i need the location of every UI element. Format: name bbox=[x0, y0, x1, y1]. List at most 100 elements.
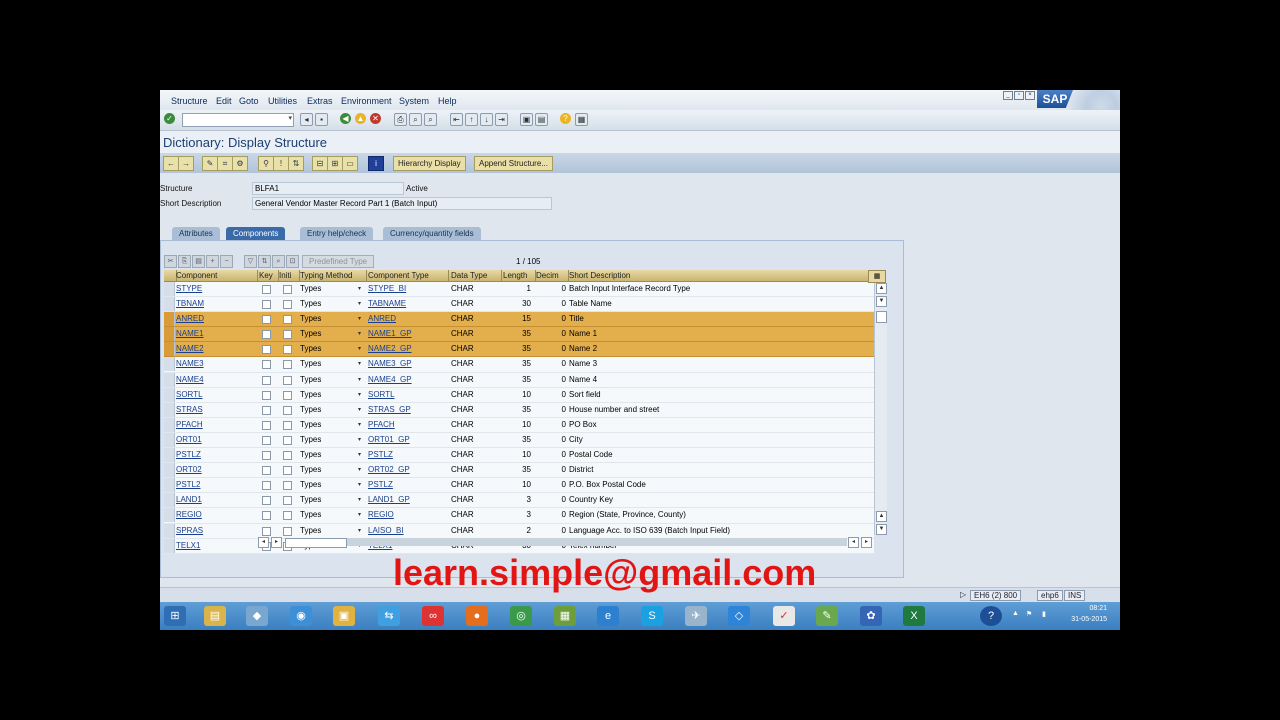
table-row[interactable]: PFACH Types ▾ PFACH CHAR 10 0 PO Box bbox=[164, 417, 874, 433]
dropdown-icon[interactable]: ▾ bbox=[358, 493, 366, 507]
status-system[interactable]: EH6 (2) 800 bbox=[970, 590, 1022, 601]
dropdown-icon[interactable]: ▾ bbox=[358, 388, 366, 402]
menu-extras[interactable]: Extras bbox=[307, 96, 333, 106]
row-selector[interactable] bbox=[164, 342, 175, 357]
table-row[interactable]: NAME1 Types ▾ NAME1_GP CHAR 35 0 Name 1 bbox=[164, 327, 874, 343]
cell-component-type[interactable]: ORT02_GP bbox=[368, 463, 446, 477]
row-selector[interactable] bbox=[164, 282, 175, 296]
row-selector[interactable] bbox=[164, 538, 175, 553]
cell-component-type[interactable]: PFACH bbox=[368, 418, 446, 432]
scroll-page-up-icon[interactable]: ▲ bbox=[876, 511, 887, 522]
cell-key[interactable] bbox=[262, 493, 272, 507]
key-checkbox[interactable] bbox=[262, 315, 271, 325]
cell-typing-method[interactable]: Types bbox=[300, 508, 360, 522]
row-selector[interactable] bbox=[164, 493, 175, 508]
key-checkbox[interactable] bbox=[262, 375, 271, 385]
app-icon[interactable]: ◆ bbox=[246, 606, 268, 626]
cell-component-type[interactable]: LAND1_GP bbox=[368, 493, 446, 507]
cell-typing-method[interactable]: Types bbox=[300, 388, 360, 402]
cell-component[interactable]: STRAS bbox=[176, 403, 256, 417]
cell-typing-method[interactable]: Types bbox=[300, 312, 360, 326]
dropdown-icon[interactable]: ▾ bbox=[358, 342, 366, 356]
menu-help[interactable]: Help bbox=[438, 96, 457, 106]
cancel-icon[interactable]: ✕ bbox=[370, 113, 381, 124]
cell-component-type[interactable]: SORTL bbox=[368, 388, 446, 402]
header-initial[interactable]: Initi bbox=[277, 270, 300, 281]
shortcut-icon[interactable]: ▤ bbox=[535, 113, 548, 126]
table-row[interactable]: ANRED Types ▾ ANRED CHAR 15 0 Title bbox=[164, 312, 874, 328]
enter-check-icon[interactable]: ✓ bbox=[164, 113, 175, 124]
dropdown-icon[interactable]: ▾ bbox=[288, 114, 292, 122]
technical-settings-icon[interactable]: ▭ bbox=[342, 156, 358, 171]
previous-page-icon[interactable]: ↑ bbox=[465, 113, 478, 126]
cell-key[interactable] bbox=[262, 312, 272, 326]
restore-icon[interactable]: ▫ bbox=[1014, 91, 1024, 100]
cell-component-type[interactable]: PSTLZ bbox=[368, 478, 446, 492]
initial-checkbox[interactable] bbox=[283, 360, 292, 370]
save-icon[interactable]: ▪ bbox=[315, 113, 328, 126]
scroll-right-icon[interactable]: ▸ bbox=[861, 537, 872, 548]
row-selector[interactable] bbox=[164, 402, 175, 417]
row-selector[interactable] bbox=[164, 387, 175, 402]
menu-goto[interactable]: Goto bbox=[239, 96, 259, 106]
cell-component-type[interactable]: TABNAME bbox=[368, 297, 446, 311]
table-row[interactable]: ORT01 Types ▾ ORT01_GP CHAR 35 0 City bbox=[164, 432, 874, 449]
cell-component[interactable]: SORTL bbox=[176, 388, 256, 402]
outlook-icon[interactable]: ◉ bbox=[290, 606, 312, 626]
cell-initial[interactable] bbox=[283, 493, 293, 507]
initial-checkbox[interactable] bbox=[283, 511, 292, 521]
forward-arrow-icon[interactable]: → bbox=[178, 156, 194, 171]
key-checkbox[interactable] bbox=[262, 300, 271, 310]
key-checkbox[interactable] bbox=[262, 481, 271, 491]
table-row[interactable]: NAME4 Types ▾ NAME4_GP CHAR 35 0 Name 4 bbox=[164, 372, 874, 388]
where-used-icon[interactable]: ! bbox=[273, 156, 289, 171]
cell-initial[interactable] bbox=[283, 463, 293, 477]
initial-checkbox[interactable] bbox=[283, 481, 292, 491]
dropdown-icon[interactable]: ▾ bbox=[358, 403, 366, 417]
header-length[interactable]: Length bbox=[501, 270, 536, 281]
dropdown-icon[interactable]: ▾ bbox=[358, 327, 366, 341]
cell-component-type[interactable]: NAME1_GP bbox=[368, 327, 446, 341]
cell-typing-method[interactable]: Types bbox=[300, 327, 360, 341]
cell-key[interactable] bbox=[262, 524, 272, 538]
row-selector[interactable] bbox=[164, 312, 175, 327]
header-typing-method[interactable]: Typing Method bbox=[298, 270, 367, 281]
header-key[interactable]: Key bbox=[257, 270, 279, 281]
key-checkbox[interactable] bbox=[262, 526, 271, 536]
exit-icon[interactable]: ▲ bbox=[355, 113, 366, 124]
menu-structure[interactable]: Structure bbox=[171, 96, 208, 106]
minimize-icon[interactable]: _ bbox=[1003, 91, 1013, 100]
key-checkbox[interactable] bbox=[262, 451, 271, 461]
bluetooth-icon[interactable]: ✈ bbox=[685, 606, 707, 626]
help-icon[interactable]: ? bbox=[560, 113, 571, 124]
initial-checkbox[interactable] bbox=[283, 526, 292, 536]
dropdown-icon[interactable]: ▾ bbox=[358, 508, 366, 522]
next-page-icon[interactable]: ↓ bbox=[480, 113, 493, 126]
cell-component-type[interactable]: STRAS_GP bbox=[368, 403, 446, 417]
status-expand-icon[interactable]: ▷ bbox=[960, 590, 966, 599]
initial-checkbox[interactable] bbox=[283, 420, 292, 430]
initial-checkbox[interactable] bbox=[283, 496, 292, 506]
header-data-type[interactable]: Data Type bbox=[449, 270, 502, 281]
paste-icon[interactable]: ▤ bbox=[192, 255, 205, 268]
initial-checkbox[interactable] bbox=[283, 330, 292, 340]
cell-typing-method[interactable]: Types bbox=[300, 478, 360, 492]
teamviewer-icon[interactable]: ⇆ bbox=[378, 606, 400, 626]
first-page-icon[interactable]: ⇤ bbox=[450, 113, 463, 126]
cell-component[interactable]: TBNAM bbox=[176, 297, 256, 311]
cell-component-type[interactable]: NAME2_GP bbox=[368, 342, 446, 356]
skype-icon[interactable]: S bbox=[641, 606, 663, 626]
cell-key[interactable] bbox=[262, 403, 272, 417]
find-icon[interactable]: ⌕ bbox=[409, 113, 422, 126]
cell-component[interactable]: STYPE bbox=[176, 282, 256, 296]
structure-field[interactable]: BLFA1 bbox=[252, 182, 404, 195]
horizontal-scrollbar[interactable]: ◂ ▸ ◂ ▸ bbox=[258, 537, 874, 548]
windows-start-icon[interactable]: ⊞ bbox=[164, 606, 186, 626]
cell-component-type[interactable]: PSTLZ bbox=[368, 448, 446, 462]
prev-icon[interactable]: ◂ bbox=[300, 113, 313, 126]
scroll-up-icon[interactable]: ▲ bbox=[876, 283, 887, 294]
cell-typing-method[interactable]: Types bbox=[300, 403, 360, 417]
tab-currency-quantity-fields[interactable]: Currency/quantity fields bbox=[383, 227, 481, 240]
customize-layout-icon[interactable]: ▦ bbox=[575, 113, 588, 126]
cell-component[interactable]: NAME3 bbox=[176, 357, 256, 371]
